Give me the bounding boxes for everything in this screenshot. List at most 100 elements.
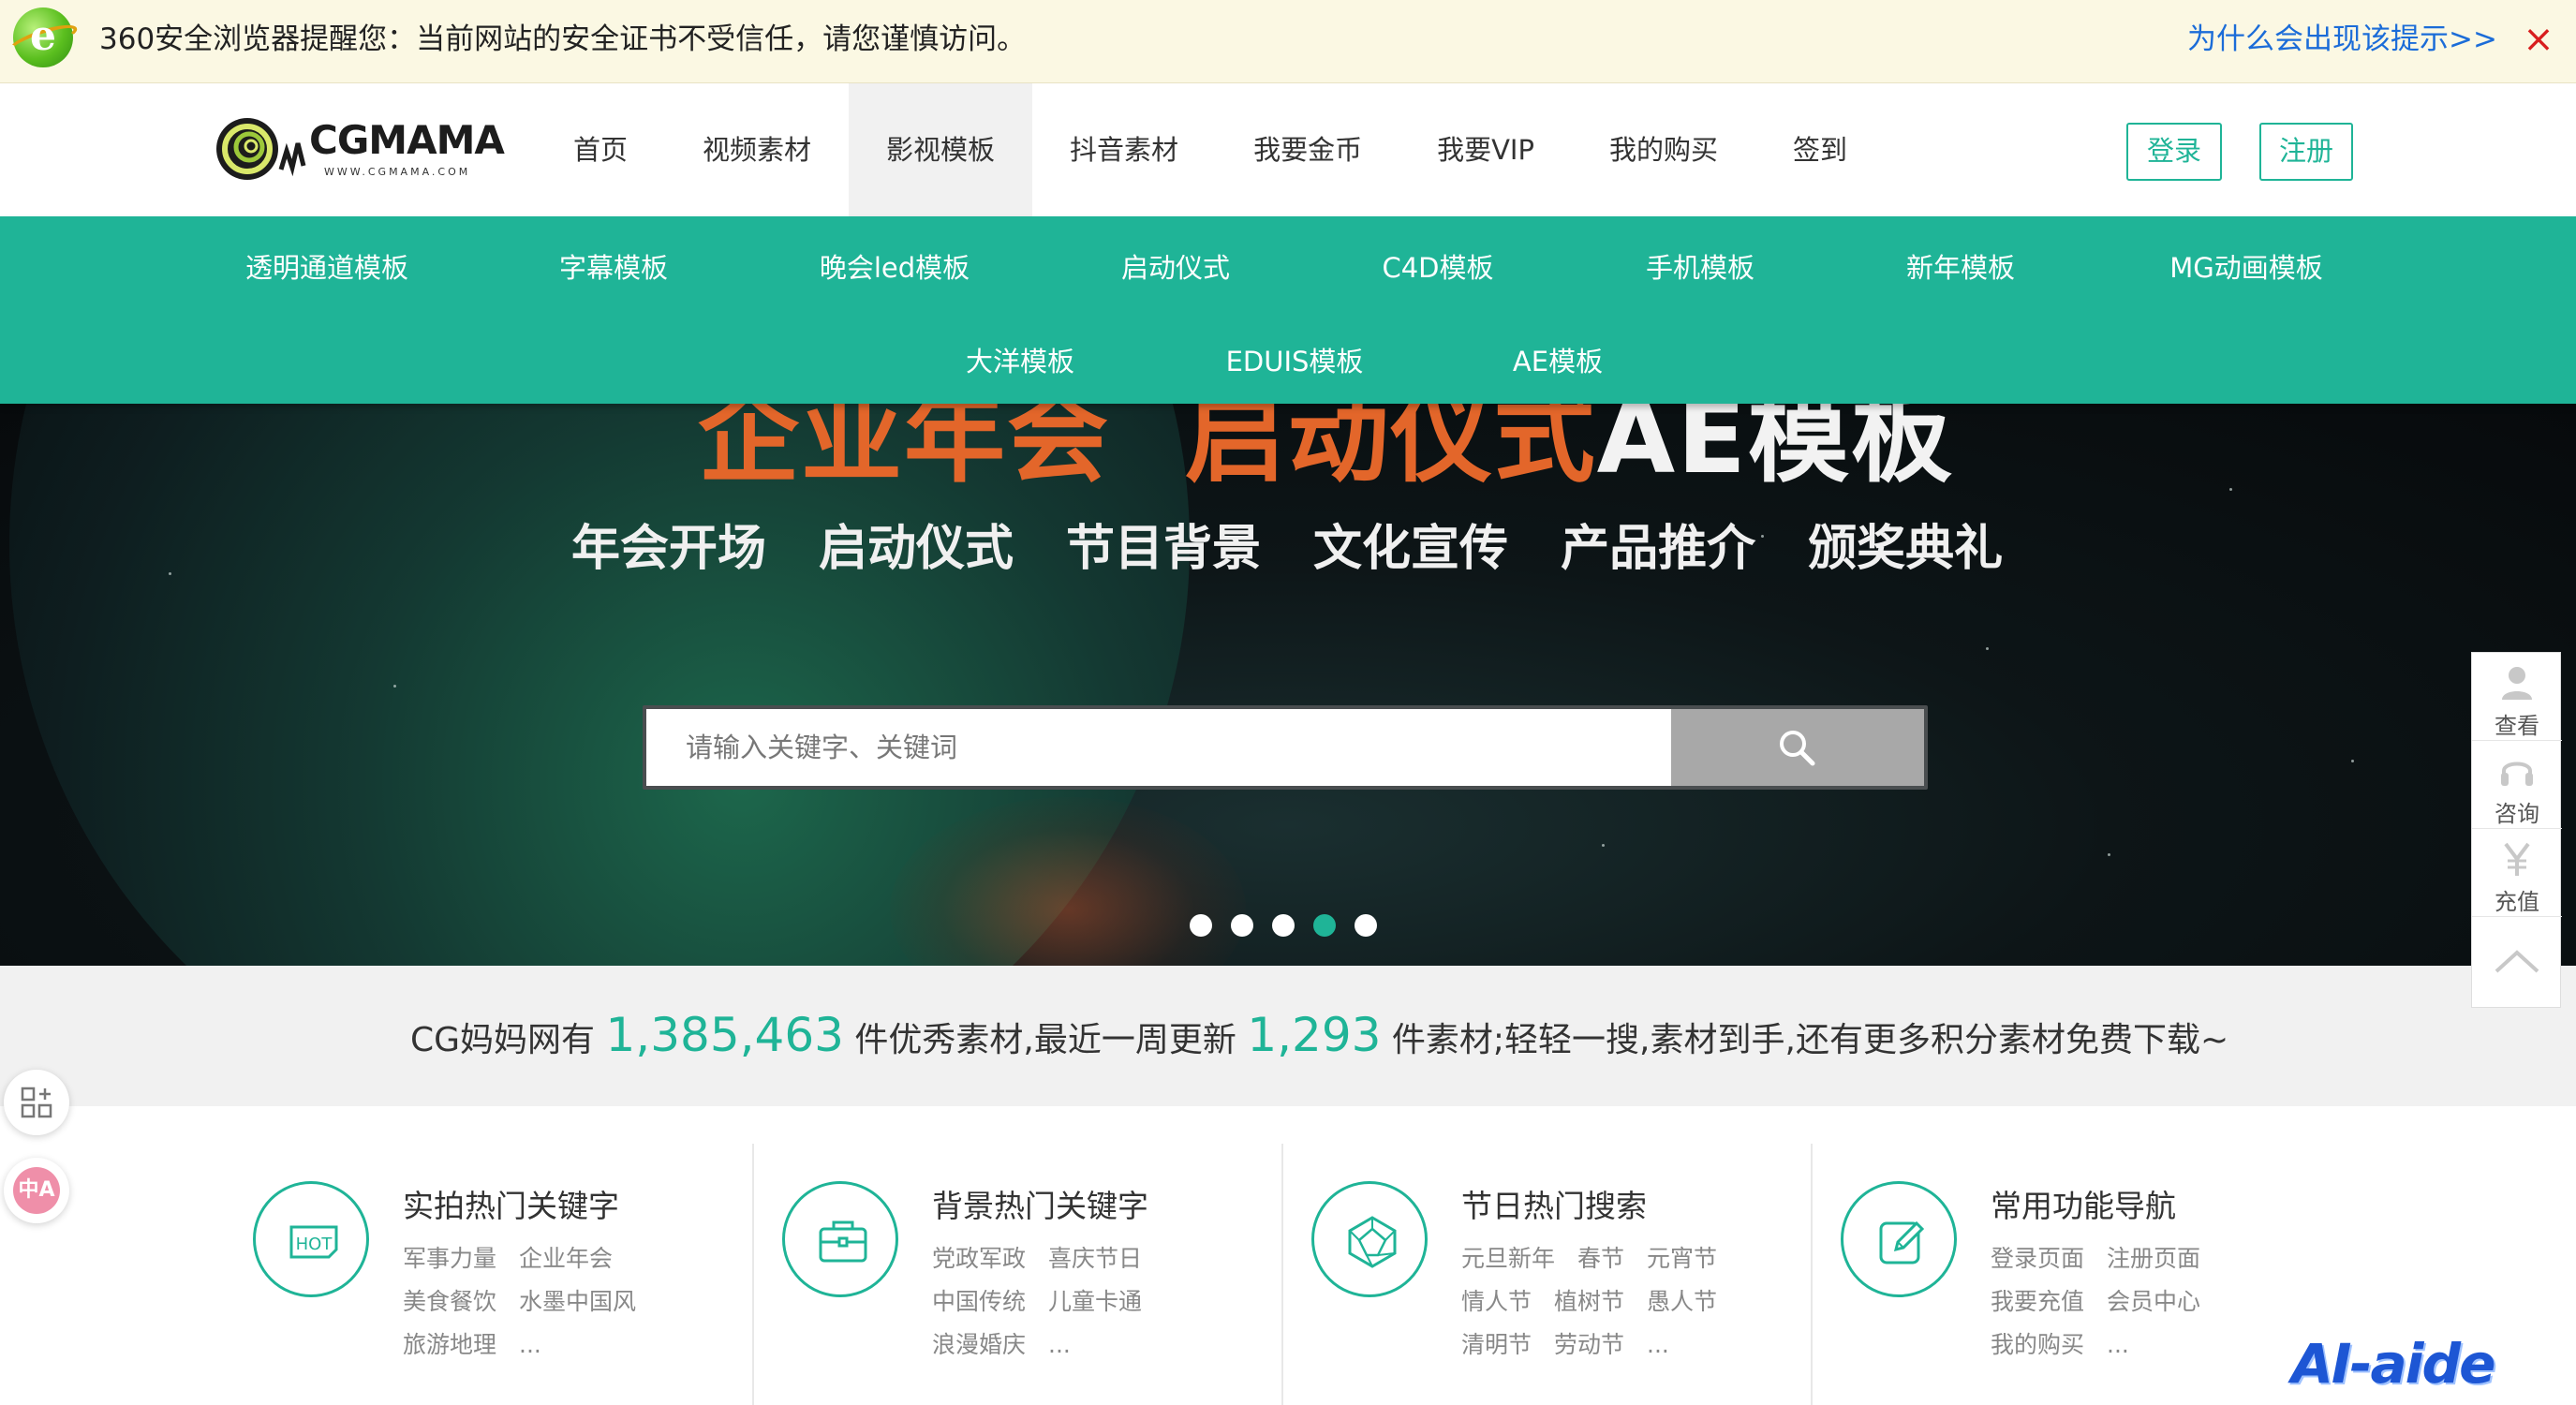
nav-vip[interactable]: 我要VIP xyxy=(1399,83,1572,216)
keyword-link[interactable]: 清明节 xyxy=(1461,1324,1532,1367)
carousel-dot[interactable] xyxy=(1190,914,1212,937)
keyword-link[interactable]: 会员中心 xyxy=(2107,1280,2200,1324)
register-button[interactable]: 注册 xyxy=(2259,123,2353,181)
keyword-link[interactable]: 登录页面 xyxy=(1991,1237,2084,1280)
keyword-link[interactable]: 旅游地理 xyxy=(403,1324,496,1367)
recharge-tool[interactable]: 充值 xyxy=(2472,829,2562,917)
search-icon xyxy=(1780,731,1815,766)
polyhedron-icon xyxy=(1311,1181,1428,1297)
keyword-link[interactable]: 我要充值 xyxy=(1991,1280,2084,1324)
hero-banner[interactable]: 企业年会 启动仪式AE模板 年会开场 启动仪式 节目背景 文化宣传 产品推介 颁奖典礼 xyxy=(0,404,2576,966)
logo-url: WWW.CGMAMA.COM xyxy=(324,166,471,178)
keyword-link[interactable]: 元宵节 xyxy=(1647,1237,1717,1280)
nav-video-assets[interactable]: 视频素材 xyxy=(665,83,849,216)
card-background-keywords: 背景热门关键字 党政军政 喜庆节日 中国传统 儿童卡通 浪漫婚庆... xyxy=(745,1144,1273,1405)
why-warning-link[interactable]: 为什么会出现该提示>> xyxy=(2187,19,2497,60)
login-button[interactable]: 登录 xyxy=(2126,123,2222,181)
close-warning-button[interactable]: × xyxy=(2516,15,2561,64)
keyword-link[interactable]: 儿童卡通 xyxy=(1048,1280,1142,1324)
card-title: 常用功能导航 xyxy=(1991,1188,2176,1224)
browser-360-logo-icon: e xyxy=(6,7,81,67)
side-toolbar: 查看 咨询 充值 xyxy=(2471,652,2562,1008)
keyword-link[interactable]: 愚人节 xyxy=(1647,1280,1717,1324)
keyword-link[interactable]: 我的购买 xyxy=(1991,1324,2084,1367)
translate-widget[interactable]: 中A xyxy=(4,1158,69,1223)
category-item[interactable]: C4D模板 xyxy=(1382,246,1493,286)
nav-douyin-assets[interactable]: 抖音素材 xyxy=(1032,83,1216,216)
category-item[interactable]: EDUIS模板 xyxy=(1226,340,1364,379)
carousel-dot-active[interactable] xyxy=(1313,914,1336,937)
keyword-link[interactable]: 劳动节 xyxy=(1554,1324,1624,1367)
carousel-dot[interactable] xyxy=(1355,914,1377,937)
stats-line: CG妈妈网有 1,385,463 件优秀素材,最近一周更新 1,293 件素材;… xyxy=(410,1008,2229,1062)
banner-subtitle: 产品推介 xyxy=(1561,521,1756,577)
keyword-link[interactable]: 水墨中国风 xyxy=(519,1280,636,1324)
more-link[interactable]: ... xyxy=(2107,1324,2129,1367)
keyword-link[interactable]: 元旦新年 xyxy=(1461,1237,1555,1280)
weekly-update-count: 1,293 xyxy=(1247,1008,1382,1062)
more-link[interactable]: ... xyxy=(1048,1324,1071,1367)
edit-icon xyxy=(1841,1181,1957,1297)
headset-icon xyxy=(2501,762,2533,786)
keyword-link[interactable]: 春节 xyxy=(1577,1237,1624,1280)
card-live-keywords: HOT 实拍热门关键字 军事力量 企业年会 美食餐饮 水墨中国风 旅游地理... xyxy=(215,1144,744,1405)
banner-subtitle: 启动仪式 xyxy=(819,521,1014,577)
total-assets-count: 1,385,463 xyxy=(605,1008,844,1062)
cgmama-logo[interactable]: CGMAMA WWW.CGMAMA.COM xyxy=(214,113,505,185)
site-header: CGMAMA WWW.CGMAMA.COM 首页 视频素材 影视模板 抖音素材 … xyxy=(0,83,2576,216)
keyword-link[interactable]: 军事力量 xyxy=(403,1237,496,1280)
chevron-up-icon xyxy=(2495,950,2539,973)
hot-icon: HOT xyxy=(253,1181,369,1297)
view-tool[interactable]: 查看 xyxy=(2472,653,2562,741)
category-item[interactable]: 透明通道模板 xyxy=(245,246,408,286)
category-menu: 透明通道模板 字幕模板 晚会led模板 启动仪式 C4D模板 手机模板 新年模板… xyxy=(0,216,2576,404)
category-item[interactable]: 字幕模板 xyxy=(559,246,668,286)
keyword-link[interactable]: 注册页面 xyxy=(2107,1237,2200,1280)
search-bar xyxy=(643,705,1928,790)
category-item[interactable]: 大洋模板 xyxy=(966,340,1074,379)
keyword-link[interactable]: 党政军政 xyxy=(932,1237,1026,1280)
keyword-link[interactable]: 美食餐饮 xyxy=(403,1280,496,1324)
consult-tool[interactable]: 咨询 xyxy=(2472,741,2562,829)
banner-headline: 企业年会 启动仪式AE模板 xyxy=(698,404,1955,496)
user-icon xyxy=(2502,667,2532,700)
keyword-link[interactable]: 情人节 xyxy=(1461,1280,1532,1324)
keyword-link[interactable]: 喜庆节日 xyxy=(1048,1237,1142,1280)
category-item[interactable]: MG动画模板 xyxy=(2169,246,2323,286)
carousel-dot[interactable] xyxy=(1231,914,1253,937)
keyword-link[interactable]: 企业年会 xyxy=(519,1237,613,1280)
nav-coins[interactable]: 我要金币 xyxy=(1216,83,1399,216)
keyword-link[interactable]: 浪漫婚庆 xyxy=(932,1324,1026,1367)
carousel-dot[interactable] xyxy=(1272,914,1295,937)
security-warning-message: 360安全浏览器提醒您：当前网站的安全证书不受信任，请您谨慎访问。 xyxy=(99,22,1027,56)
more-link[interactable]: ... xyxy=(519,1324,541,1367)
banner-subtitle: 节目背景 xyxy=(1066,521,1262,577)
banner-subtitle: 颁奖典礼 xyxy=(1808,521,2004,577)
category-item[interactable]: AE模板 xyxy=(1513,340,1603,379)
nav-film-templates[interactable]: 影视模板 xyxy=(849,83,1033,216)
more-link[interactable]: ... xyxy=(1647,1324,1669,1367)
card-holiday-search: 节日热门搜索 元旦新年 春节 元宵节 情人节 植树节 愚人节 清明节 劳动节... xyxy=(1274,1144,1802,1405)
nav-my-purchases[interactable]: 我的购买 xyxy=(1572,83,1755,216)
category-item[interactable]: 启动仪式 xyxy=(1121,246,1230,286)
category-item[interactable]: 晚会led模板 xyxy=(820,246,970,286)
banner-subtitle: 文化宣传 xyxy=(1313,521,1509,577)
nav-home[interactable]: 首页 xyxy=(536,83,665,216)
search-button[interactable] xyxy=(1671,709,1924,786)
banner-subtitles: 年会开场 启动仪式 节目背景 文化宣传 产品推介 颁奖典礼 xyxy=(571,516,2055,582)
banner-subtitle: 年会开场 xyxy=(571,521,767,577)
card-title: 节日热门搜索 xyxy=(1461,1188,1647,1224)
logo-wordmark: CGMAMA xyxy=(309,117,505,163)
feature-cards: HOT 实拍热门关键字 军事力量 企业年会 美食餐饮 水墨中国风 旅游地理... 背… xyxy=(0,1106,2576,1405)
search-input[interactable] xyxy=(646,709,1671,786)
back-to-top-button[interactable] xyxy=(2472,917,2562,1007)
briefcase-icon xyxy=(782,1181,898,1297)
translate-icon: 中A xyxy=(13,1167,60,1214)
category-item[interactable]: 新年模板 xyxy=(1906,246,2015,286)
category-item[interactable]: 手机模板 xyxy=(1646,246,1754,286)
nav-checkin[interactable]: 签到 xyxy=(1755,83,1885,216)
keyword-link[interactable]: 植树节 xyxy=(1554,1280,1624,1324)
keyword-link[interactable]: 中国传统 xyxy=(932,1280,1026,1324)
main-nav: 首页 视频素材 影视模板 抖音素材 我要金币 我要VIP 我的购买 签到 xyxy=(536,83,1885,216)
app-grid-widget[interactable] xyxy=(4,1070,69,1135)
